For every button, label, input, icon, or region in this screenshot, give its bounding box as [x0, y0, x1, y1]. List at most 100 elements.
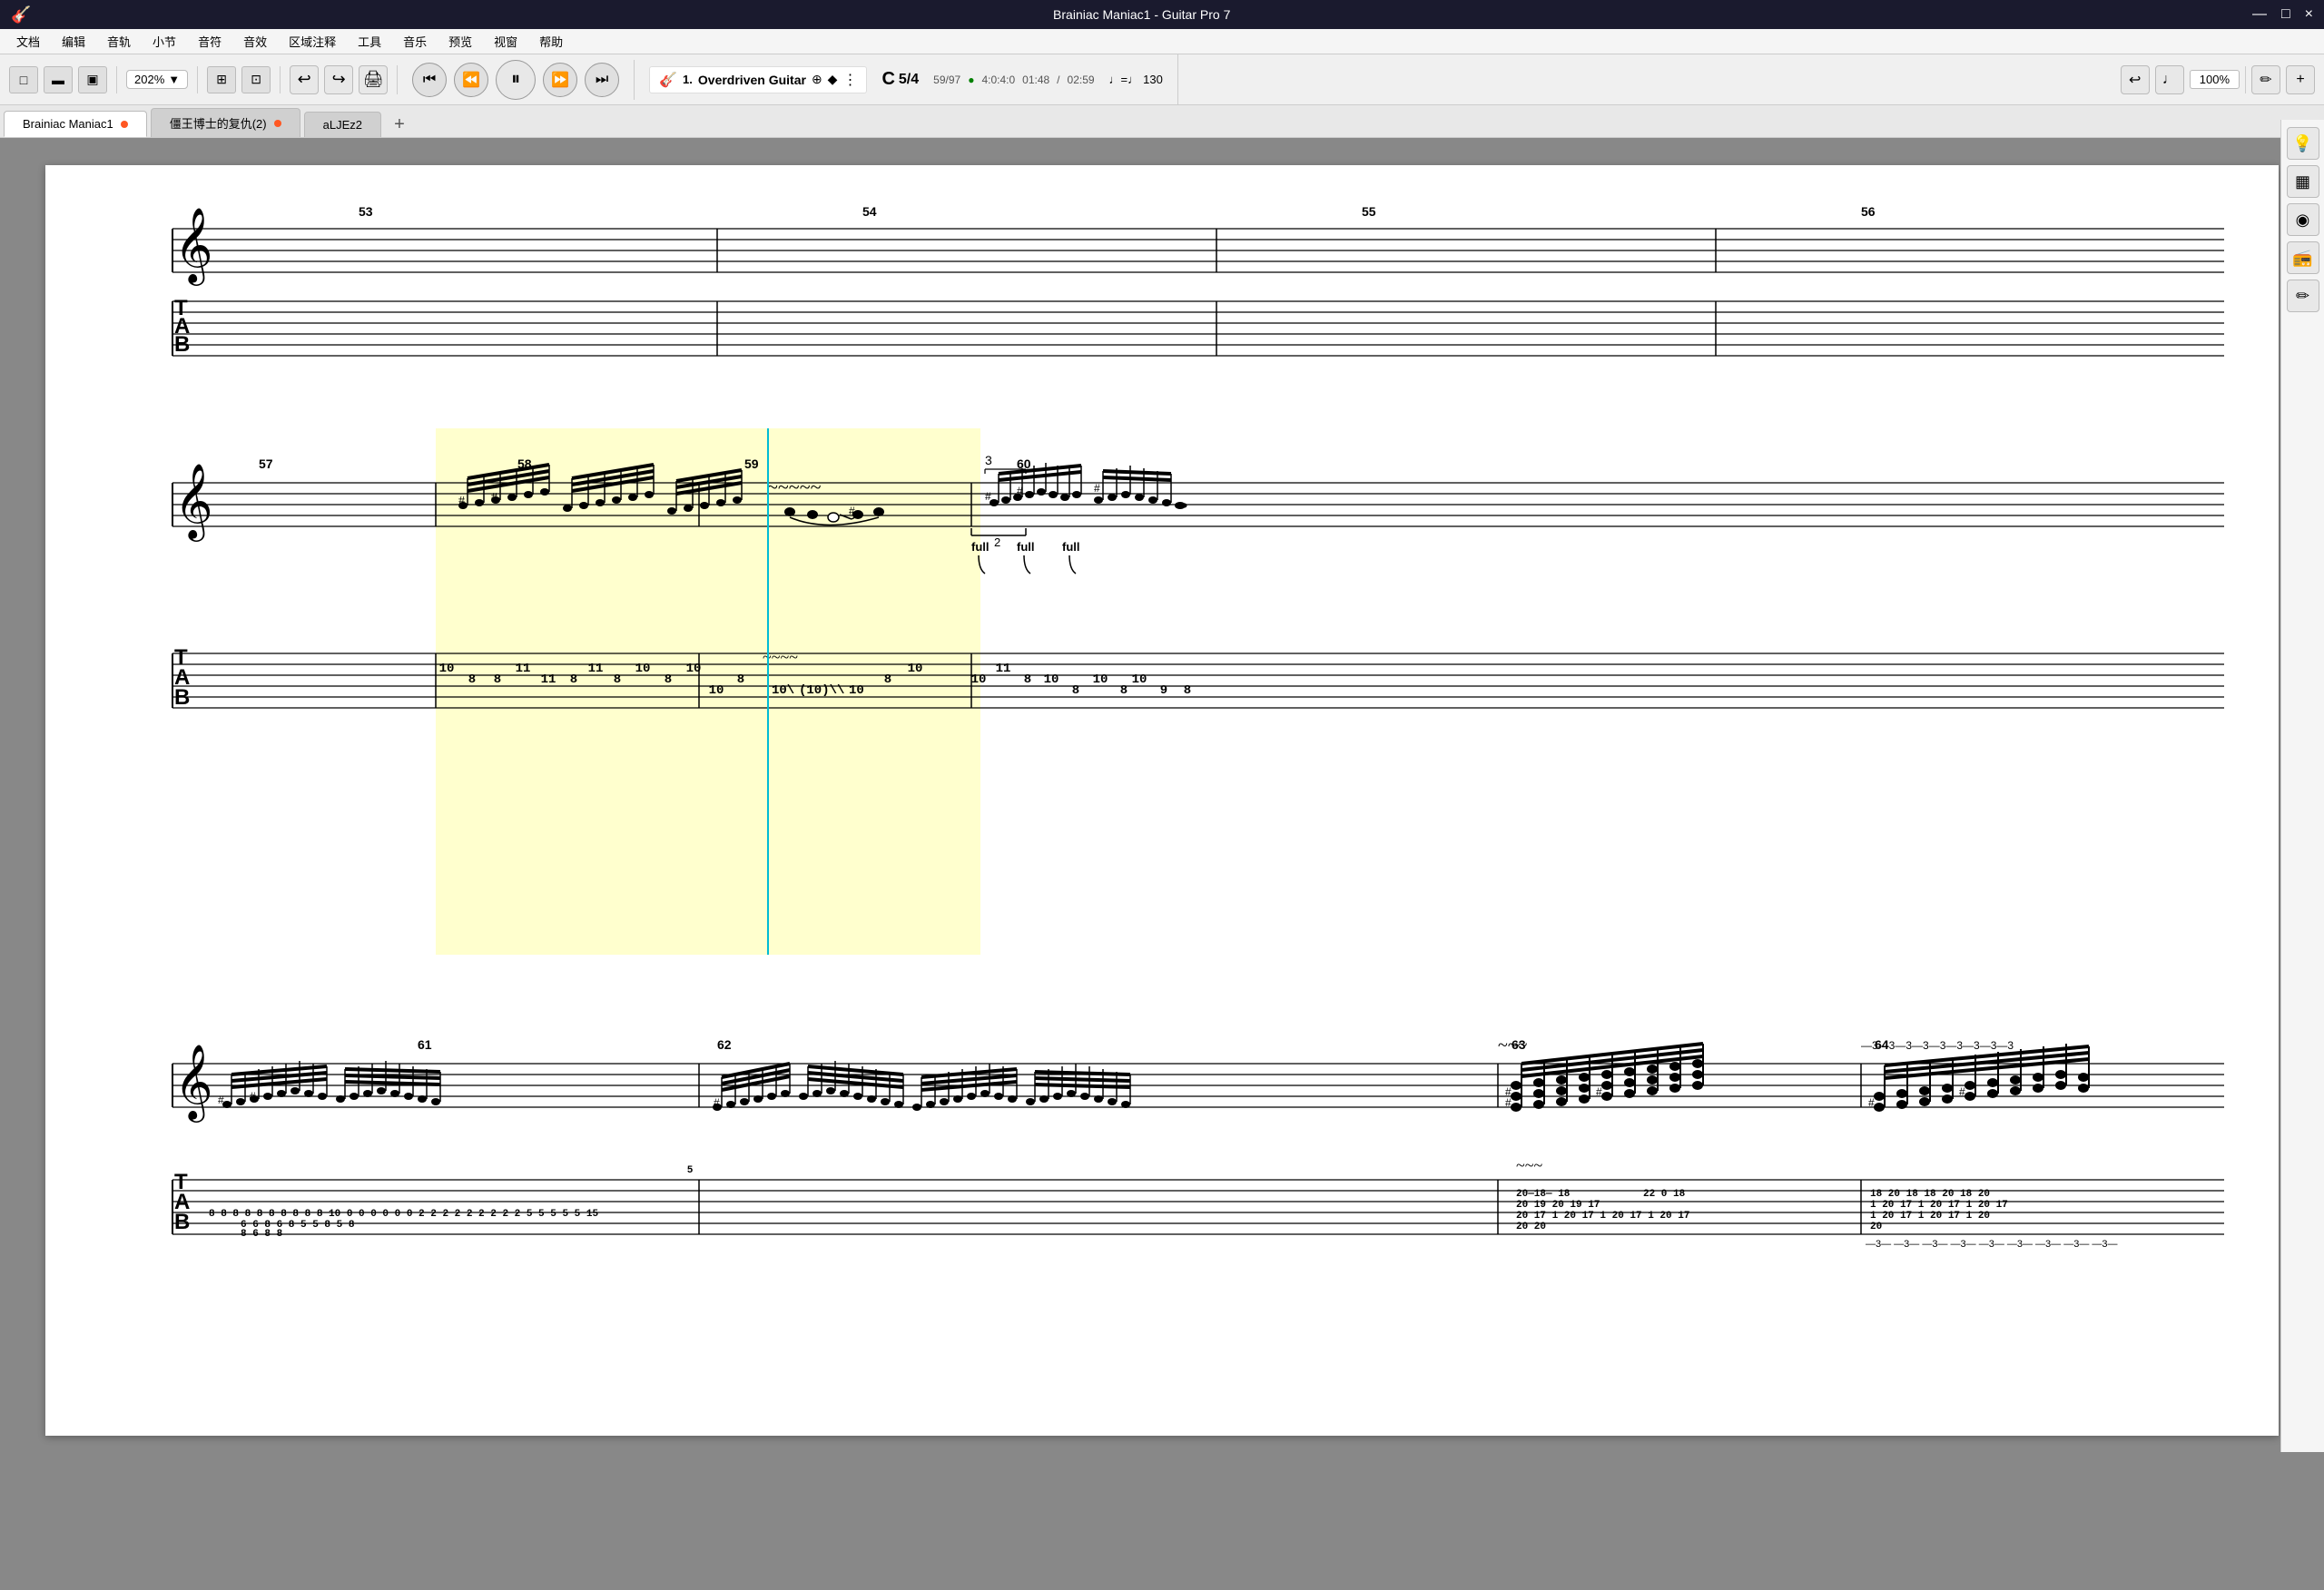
- grid-view-btn1[interactable]: ⊞: [207, 66, 236, 93]
- menu-music[interactable]: 音乐: [394, 31, 436, 52]
- tn-m64-4: 20: [1870, 1222, 1882, 1232]
- svg-text:#: #: [1017, 485, 1023, 497]
- tn-10-4: 10: [709, 683, 724, 698]
- pause-btn[interactable]: ⏸: [496, 60, 536, 100]
- tn-m64-2: 1 20 17 1 20 17 1 20 17: [1870, 1200, 2008, 1211]
- tn-m60-4: 10: [1044, 672, 1059, 687]
- svg-text:#: #: [458, 495, 465, 508]
- rewind-start-btn[interactable]: ⏮: [412, 63, 447, 97]
- tn-8-end: 8: [884, 672, 891, 687]
- menu-help[interactable]: 帮助: [530, 31, 572, 52]
- redo-btn[interactable]: ↪: [324, 65, 353, 94]
- svg-text:#: #: [218, 1094, 224, 1106]
- undo-btn[interactable]: ↩: [290, 65, 319, 94]
- zoom-arrow[interactable]: ▼: [168, 73, 180, 86]
- window-controls[interactable]: — □ ×: [2252, 6, 2313, 23]
- system-1: 𝄞 53 54 55 56 T A B: [100, 192, 2224, 374]
- menu-bar: 文档 编辑 音轨 小节 音符 音效 区域注释 工具 音乐 预览 视窗 帮助: [0, 29, 2324, 54]
- svg-text:#: #: [1596, 1085, 1602, 1098]
- tn-11-2: 11: [541, 672, 556, 687]
- menu-edit[interactable]: 编辑: [53, 31, 94, 52]
- title-bar: 🎸 Brainiac Maniac1 - Guitar Pro 7 — □ ×: [0, 0, 2324, 29]
- menu-view[interactable]: 视窗: [485, 31, 527, 52]
- tn-m64-1: 18 20 18 18 20 18 20: [1870, 1189, 1990, 1200]
- forward-btn[interactable]: ⏩: [543, 63, 577, 97]
- tn-8-6: 8: [737, 672, 744, 687]
- time-sig-c: C: [881, 69, 894, 90]
- note-icon[interactable]: ♩: [2155, 65, 2184, 94]
- edit-pencil-btn[interactable]: ✏: [2287, 280, 2319, 312]
- m63-chords: # #: [1505, 1044, 1703, 1112]
- svg-text:#: #: [1505, 1096, 1512, 1109]
- track-number: 1.: [683, 73, 693, 86]
- tab-modified-1: [121, 121, 128, 128]
- time-sep: /: [1057, 74, 1059, 86]
- tn-m60-9: 9: [1160, 683, 1167, 698]
- tn-10-end: 10: [849, 683, 864, 698]
- menu-preview[interactable]: 预览: [439, 31, 481, 52]
- tn-m60-6: 10: [1093, 672, 1108, 687]
- tuplet-m64: —3— —3— —3— —3— —3— —3— —3— —3— —3—: [1866, 1239, 2118, 1250]
- menu-file[interactable]: 文档: [7, 31, 49, 52]
- zoom-value: 202%: [134, 73, 164, 86]
- bracket-2: 2: [994, 535, 1000, 549]
- scroll-view-btn[interactable]: ▬: [44, 66, 73, 93]
- radio-tool-btn[interactable]: 📻: [2287, 241, 2319, 274]
- more-options-icon[interactable]: ⋮: [842, 71, 857, 89]
- svg-text:#: #: [1868, 1096, 1875, 1109]
- menu-note[interactable]: 音符: [189, 31, 231, 52]
- grid-tool-btn[interactable]: ▦: [2287, 165, 2319, 198]
- track-icon: 🎸: [659, 71, 677, 89]
- triplet-1: 3: [985, 453, 992, 467]
- vibrato-m63: ~~~: [1498, 1035, 1528, 1055]
- pencil-tool[interactable]: ✏: [2251, 65, 2280, 94]
- menu-tools[interactable]: 工具: [349, 31, 390, 52]
- tn-m64-3: 1 20 17 1 20 17 1 20: [1870, 1211, 1990, 1222]
- light-tool-btn[interactable]: 💡: [2287, 127, 2319, 160]
- tab-brainiac[interactable]: Brainiac Maniac1: [4, 111, 147, 137]
- m64-chords: —3—3—3—3—3—3—3—3—3 #: [1861, 1039, 2089, 1112]
- tuning-icon[interactable]: ⊕: [812, 72, 822, 87]
- add-tab-btn[interactable]: +: [385, 112, 414, 137]
- tab-aljez[interactable]: aLJEz2: [304, 112, 381, 137]
- edit-tool-1[interactable]: ↩: [2121, 65, 2150, 94]
- grid-view-btn2[interactable]: ⊡: [241, 66, 271, 93]
- tn-m60-5: 8: [1072, 683, 1079, 698]
- rewind-btn[interactable]: ⏪: [454, 63, 488, 97]
- tn-m60-7: 8: [1120, 683, 1128, 698]
- mn59: 59: [744, 456, 759, 471]
- tn-m60-1: 10: [971, 672, 987, 687]
- tab-label-3: aLJEz2: [323, 118, 362, 132]
- measure-num-53: 53: [359, 204, 373, 219]
- maximize-button[interactable]: □: [2281, 6, 2290, 23]
- tn-m63-1: 20—18— 18: [1516, 1189, 1571, 1200]
- score-viewport[interactable]: 𝄞 53 54 55 56 T A B: [0, 138, 2324, 1590]
- menu-measure[interactable]: 小节: [143, 31, 185, 52]
- print-btn[interactable]: 🖨: [359, 65, 388, 94]
- measure-num-54: 54: [862, 204, 877, 219]
- treble-clef-1: 𝄞: [174, 208, 213, 286]
- tn-m63-3: 20 19 20 19 17: [1516, 1200, 1600, 1211]
- minimize-button[interactable]: —: [2252, 6, 2267, 23]
- add-tool[interactable]: +: [2286, 65, 2315, 94]
- menu-track[interactable]: 音轨: [98, 31, 140, 52]
- forward-end-btn[interactable]: ⏭: [585, 63, 619, 97]
- page-view-btn[interactable]: □: [9, 66, 38, 93]
- menu-effects[interactable]: 音效: [234, 31, 276, 52]
- close-button[interactable]: ×: [2305, 6, 2313, 23]
- zoom-control[interactable]: 202% ▼: [126, 70, 188, 89]
- svg-text:#: #: [985, 490, 991, 503]
- m61-5: 5: [687, 1164, 693, 1175]
- svg-text:#: #: [491, 491, 497, 505]
- bend-full-1: full: [971, 540, 990, 554]
- loop-tool-btn[interactable]: ◉: [2287, 203, 2319, 236]
- multi-view-btn[interactable]: ▣: [78, 66, 107, 93]
- tn-m60-2: 11: [996, 662, 1011, 676]
- menu-annotations[interactable]: 区域注释: [280, 31, 345, 52]
- system-3-svg: 𝄞 61 62 63 64: [100, 1027, 2224, 1318]
- tn-10-3: 10: [686, 662, 702, 676]
- metronome-icon: ◆: [828, 72, 838, 87]
- tn-m60-3: 8: [1024, 672, 1031, 687]
- tab-zombie[interactable]: 僵王博士的复仇(2): [151, 108, 300, 137]
- system-2-svg: 𝄞 57 58 59 60: [100, 428, 2224, 973]
